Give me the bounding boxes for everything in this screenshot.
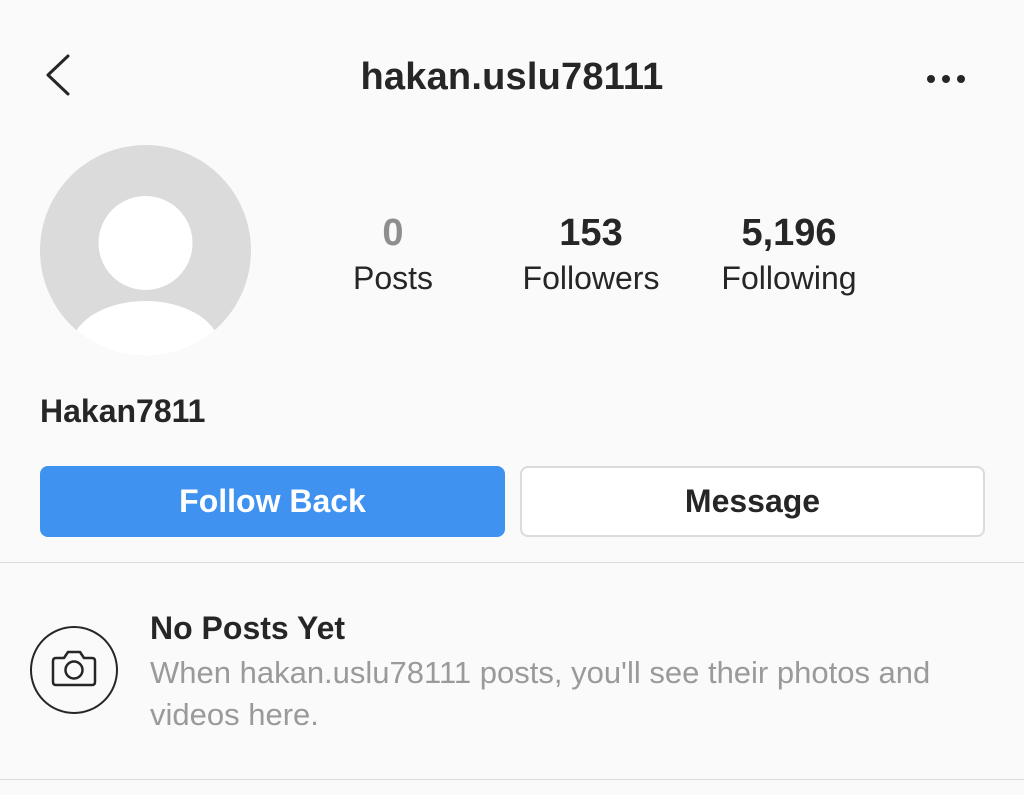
more-options-button[interactable] xyxy=(920,64,972,94)
divider xyxy=(0,779,1024,780)
page-title: hakan.uslu78111 xyxy=(360,56,664,98)
followers-stat[interactable]: 153 Followers xyxy=(491,210,691,300)
camera-icon-circle xyxy=(30,626,118,714)
default-avatar-icon xyxy=(40,145,251,356)
follow-back-button[interactable]: Follow Back xyxy=(40,466,505,537)
display-name: Hakan7811 xyxy=(40,393,206,429)
profile-page: hakan.uslu78111 0 Posts 153 Followers 5,… xyxy=(0,0,1024,795)
avatar[interactable] xyxy=(40,145,251,356)
divider xyxy=(0,562,1024,563)
posts-label: Posts xyxy=(352,260,434,296)
following-count: 5,196 xyxy=(741,212,837,254)
posts-count: 0 xyxy=(382,212,404,254)
followers-label: Followers xyxy=(522,260,660,296)
empty-state-title: No Posts Yet xyxy=(150,610,346,646)
following-label: Following xyxy=(721,260,857,296)
more-horizontal-icon xyxy=(920,75,972,98)
following-stat[interactable]: 5,196 Following xyxy=(689,210,889,300)
camera-icon xyxy=(50,648,98,693)
empty-state-description: When hakan.uslu78111 posts, you'll see t… xyxy=(150,655,931,732)
followers-count: 153 xyxy=(559,212,623,254)
message-button[interactable]: Message xyxy=(520,466,985,537)
posts-stat[interactable]: 0 Posts xyxy=(293,210,493,300)
